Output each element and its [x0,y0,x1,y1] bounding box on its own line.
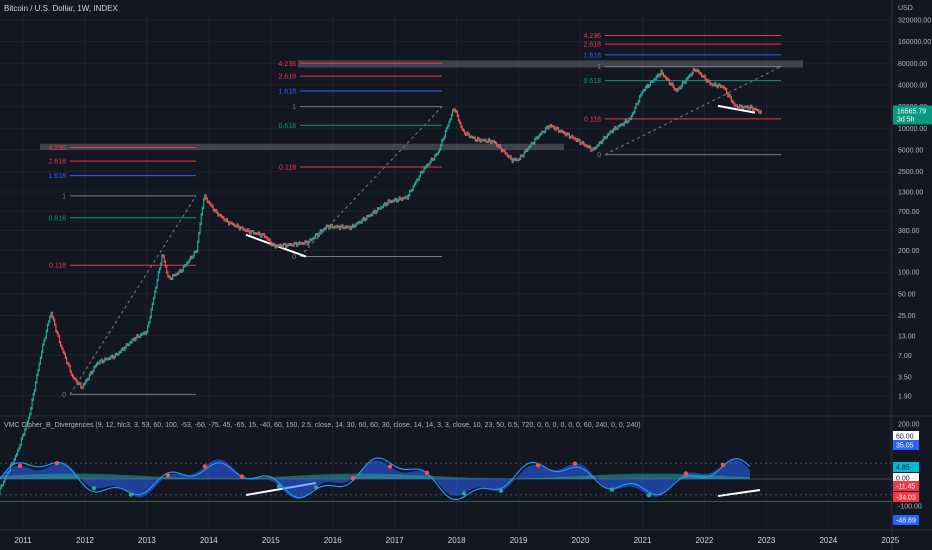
fib-label: 4.236 [583,33,601,40]
chart-canvas[interactable]: 4.236 2.618 1.618 1 0.618 0.118 0 4.236 2.618 1.6… [0,0,932,550]
oscillator-axis[interactable]: 200.0060.0035.054.850.00-11.45-34.03-48.… [893,422,922,526]
price-tick-label: 160000.00 [898,39,931,46]
cross-dot [165,473,171,478]
price-tick-label: 2500.00 [898,169,923,176]
time-tick-label: 2014 [200,536,218,545]
price-tick-label: 320000.00 [898,18,931,25]
osc-value-label: 35.05 [896,443,914,450]
cross-dot [646,493,652,498]
fib-label: 0 [597,152,601,159]
price-tick-label: 700.00 [898,209,920,216]
fib-label: 1 [292,104,296,111]
fib-label: 0 [62,392,66,399]
cross-dot [424,470,430,476]
price-tick-label: 7.00 [898,353,912,360]
cross-dot [387,464,393,469]
time-tick-label: 2015 [262,536,280,545]
fib-label: 1.618 [583,52,601,59]
price-tick-label: 13.00 [898,333,916,340]
fib-label: 0.118 [584,116,601,123]
time-tick-label: 2013 [138,536,156,545]
time-axis[interactable]: 2011 2012 2013 2014 2015 2016 2017 2018 2019 2020… [14,536,899,545]
last-price-value: 16565.79 [897,109,926,116]
cross-dot [17,463,23,469]
osc-value-label: -34.03 [896,495,916,502]
time-tick-label: 2021 [634,536,652,545]
time-tick-label: 2024 [819,536,837,545]
cross-dot [498,488,504,493]
time-tick-label: 2016 [324,536,342,545]
osc-value-label: 60.00 [896,434,914,441]
resistance-band [40,143,564,150]
price-tick-label: 80000.00 [898,61,927,68]
price-tick-label: 50.00 [898,291,916,298]
fib-label: 4.236 [48,145,66,152]
cross-dot [572,461,578,466]
fib-label: 1 [62,193,66,200]
fib-label: 2.618 [583,42,601,49]
price-tick-label: 3.50 [898,374,912,381]
time-tick-label: 2022 [696,536,714,545]
cross-dot [202,464,208,469]
fib-label: 4.236 [278,61,296,68]
osc-value-label: 4.85 [896,465,910,472]
price-tick-label: 40000.00 [898,82,927,89]
cross-dot [128,492,134,497]
fib-label: 2.618 [278,74,296,81]
fib-label: 1.618 [278,88,296,95]
symbol-title: Bitcoin / U.S. Dollar, 1W, INDEX [4,4,118,13]
cross-dot [609,487,615,492]
time-tick-label: 2012 [76,536,94,545]
fib-label: 0.118 [49,263,66,270]
cross-dot [54,461,60,466]
cross-dot [239,474,245,479]
time-tick-label: 2018 [448,536,466,545]
price-tick-label: 25.00 [898,313,916,320]
fib-label: 0.618 [48,215,66,222]
fib-label: 0 [292,254,296,261]
time-tick-label: 2023 [758,536,776,545]
cross-dot [313,485,319,490]
osc-tick-label: 200.00 [898,422,920,429]
price-tick-label: 1300.00 [898,190,923,197]
time-tick-label: 2025 [881,536,899,545]
price-tick-label: 10000.00 [898,126,927,133]
osc-tick-label: -100.00 [898,504,922,511]
time-tick-label: 2017 [386,536,404,545]
price-tick-label: 200.00 [898,248,920,255]
fib-label: 2.618 [48,159,66,166]
time-tick-label: 2019 [510,536,528,545]
cross-dot [683,471,689,476]
indicator-title: VMC Cipher_B_Divergences (9, 12, hlc3, 3… [4,422,641,429]
cross-dot [535,463,541,468]
fib-label: 1.618 [48,173,66,180]
chart-background [0,0,932,550]
osc-value-label: -11.45 [896,484,915,491]
time-tick-label: 2020 [572,536,590,545]
price-tick-label: 380.00 [898,228,920,235]
price-tick-label: 100.00 [898,270,920,277]
currency-label: USD [898,5,913,12]
fib-label: 0.618 [278,123,296,130]
cross-dot [720,462,726,468]
fib-label: 0.618 [583,78,601,85]
cross-dot [461,491,467,496]
countdown-label: 3d 5h [897,117,915,124]
price-tick-label: 1.90 [898,394,912,401]
cross-dot [350,476,356,481]
fib-label: 1 [597,64,601,71]
osc-value-label: -48.69 [896,518,916,525]
price-tick-label: 5000.00 [898,147,923,154]
fib-label: 0.118 [279,164,296,171]
cross-dot [91,486,97,491]
time-tick-label: 2011 [14,536,32,545]
cross-dot [276,484,282,489]
